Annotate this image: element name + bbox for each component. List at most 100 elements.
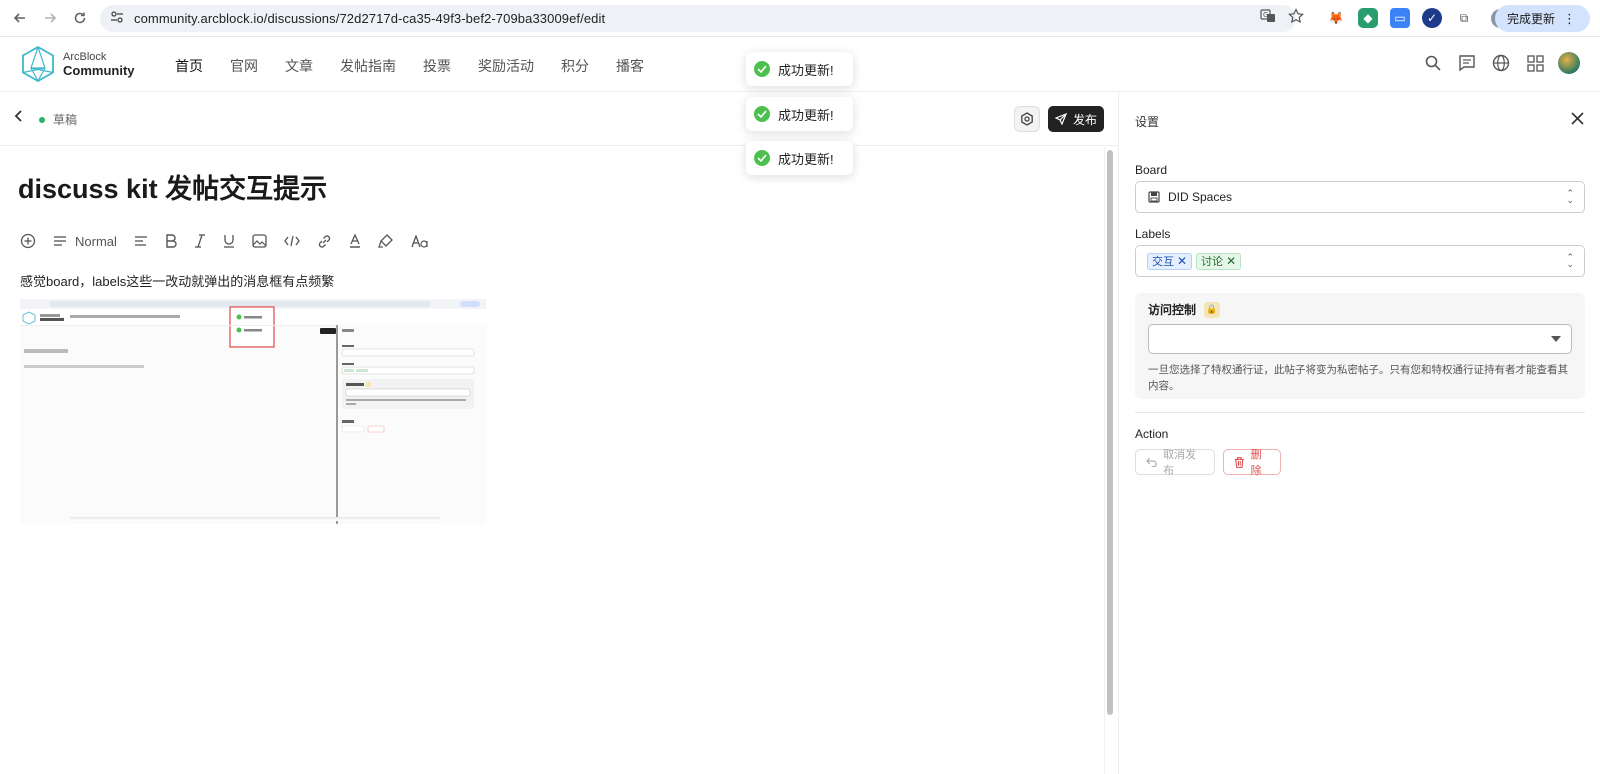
success-toast: 成功更新! [746,52,853,86]
font-size-icon[interactable] [411,231,429,251]
back-icon[interactable] [6,4,34,32]
board-label: Board [1135,163,1168,177]
labels-select[interactable]: 交互 ✕ 讨论 ✕ ⌃ ⌄ [1135,245,1585,277]
success-toast: 成功更新! [746,141,853,175]
board-value: DID Spaces [1168,190,1233,204]
unpublish-label: 取消发布 [1163,449,1197,477]
publish-button[interactable]: 发布 [1048,106,1104,132]
undo-icon [1146,457,1157,467]
screenshot-thumbnail-graphic [20,299,486,524]
floppy-disk-icon [1148,191,1160,203]
nav-official-site[interactable]: 官网 [230,56,258,76]
align-left-icon[interactable] [134,231,148,251]
text-color-icon[interactable] [349,231,361,251]
extensions-bar: 🦊 ◆ ▭ ✓ ⧉ [1326,8,1474,28]
highlight-icon[interactable] [378,231,394,251]
block-style-dropdown[interactable]: Normal [53,231,117,251]
nav-podcast[interactable]: 播客 [616,56,644,76]
label-chip: 讨论 ✕ [1196,252,1242,270]
unpublish-button[interactable]: 取消发布 [1135,449,1215,477]
nav-posting-guide[interactable]: 发帖指南 [340,56,396,76]
board-select[interactable]: DID Spaces ⌃ ⌄ [1135,181,1585,213]
labels-label: Labels [1135,227,1171,241]
header-actions [1422,52,1580,74]
search-icon[interactable] [1422,52,1444,74]
metamask-icon[interactable]: 🦊 [1326,8,1346,28]
settings-toggle-button[interactable] [1014,106,1040,132]
address-bar[interactable]: community.arcblock.io/discussions/72d271… [100,5,1296,32]
post-body-text[interactable]: 感觉board，labels这些一改动就弹出的消息框有点频繁 [20,271,334,290]
close-icon[interactable] [1571,109,1584,130]
action-label: Action [1135,427,1169,441]
settings-panel: 设置 Board DID Spaces ⌃ ⌄ Labels 交互 ✕ 讨论 ✕ … [1118,92,1600,774]
italic-icon[interactable] [194,231,206,251]
nav-polls[interactable]: 投票 [423,56,451,76]
label-chip-text: 交互 [1152,256,1174,268]
label-chip-text: 讨论 [1201,256,1224,268]
underline-icon[interactable] [223,231,235,251]
apps-grid-icon[interactable] [1524,52,1546,74]
access-pass-select[interactable] [1148,324,1572,354]
paragraph-lines-icon [54,236,66,246]
extension-check-icon[interactable]: ✓ [1422,8,1442,28]
draft-label: 草稿 [53,113,78,127]
insert-plus-icon[interactable] [20,231,36,251]
delete-label: 删除 [1250,449,1262,477]
logo-line2: Community [63,63,135,78]
finish-update-button[interactable]: 完成更新 ⋮ [1494,5,1590,32]
editor-scrollbar-thumb[interactable] [1107,150,1113,715]
post-title[interactable]: discuss kit 发帖交互提示 [18,167,327,206]
nav-rewards[interactable]: 奖励活动 [478,56,534,76]
status-dot [39,116,45,123]
publish-label: 发布 [1072,112,1097,127]
check-circle-icon [754,61,770,77]
bookmark-star-icon[interactable] [1288,8,1304,29]
site-info-icon[interactable] [110,10,124,28]
delete-button[interactable]: 删除 [1223,449,1281,477]
wallet-extension-icon[interactable]: ◆ [1358,8,1378,28]
up-down-caret-icon: ⌃ ⌄ [1566,188,1574,205]
main-nav: 首页 官网 文章 发帖指南 投票 奖励活动 积分 播客 [175,56,671,76]
access-control-label: 访问控制 [1148,303,1197,317]
address-bar-actions: G [1260,8,1304,29]
block-style-label: Normal [75,233,117,249]
embedded-screenshot[interactable] [20,299,486,524]
toast-message: 成功更新! [778,107,834,123]
toast-message: 成功更新! [778,151,834,167]
embed-shadow [70,517,440,521]
chip-remove-icon[interactable]: ✕ [1177,254,1187,268]
link-icon[interactable] [317,231,332,251]
code-icon[interactable] [284,231,300,251]
up-down-caret-icon: ⌃ ⌄ [1566,252,1574,269]
nav-articles[interactable]: 文章 [285,56,313,76]
chip-remove-icon[interactable]: ✕ [1226,254,1236,268]
globe-icon[interactable] [1490,52,1512,74]
reload-icon[interactable] [66,4,94,32]
dropdown-arrow-icon [1551,336,1561,342]
image-icon[interactable] [252,231,267,251]
more-vert-icon: ⋮ [1563,10,1576,26]
label-chip: 交互 ✕ [1147,252,1193,270]
editor-body: discuss kit 发帖交互提示 Normal 感觉board，labels… [0,147,1104,774]
url-text[interactable]: community.arcblock.io/discussions/72d271… [134,11,605,26]
translate-icon[interactable]: G [1260,8,1276,29]
bold-icon[interactable] [165,231,177,251]
browser-chrome: community.arcblock.io/discussions/72d271… [0,0,1600,37]
site-logo[interactable]: ArcBlock Community [21,46,135,82]
send-icon [1054,113,1067,125]
check-circle-icon [754,106,770,122]
user-avatar[interactable] [1558,52,1580,74]
lock-icon: 🔒 [1204,301,1221,318]
access-control-section: 访问控制 🔒 一旦您选择了特权通行证，此帖子将变为私密帖子。只有您和特权通行证持… [1135,293,1585,399]
access-control-description: 一旦您选择了特权通行证，此帖子将变为私密帖子。只有您和特权通行证持有者才能查看其… [1148,364,1568,392]
nav-points[interactable]: 积分 [561,56,589,76]
trash-icon [1234,456,1244,468]
forward-icon[interactable] [36,4,64,32]
chat-icon[interactable] [1456,52,1478,74]
nav-home[interactable]: 首页 [175,56,203,76]
toast-message: 成功更新! [778,62,834,78]
back-chevron-icon[interactable] [14,109,24,127]
extension-window-icon[interactable]: ▭ [1390,8,1410,28]
draft-status: 草稿 [39,111,77,128]
puzzle-extensions-icon[interactable]: ⧉ [1454,8,1474,28]
